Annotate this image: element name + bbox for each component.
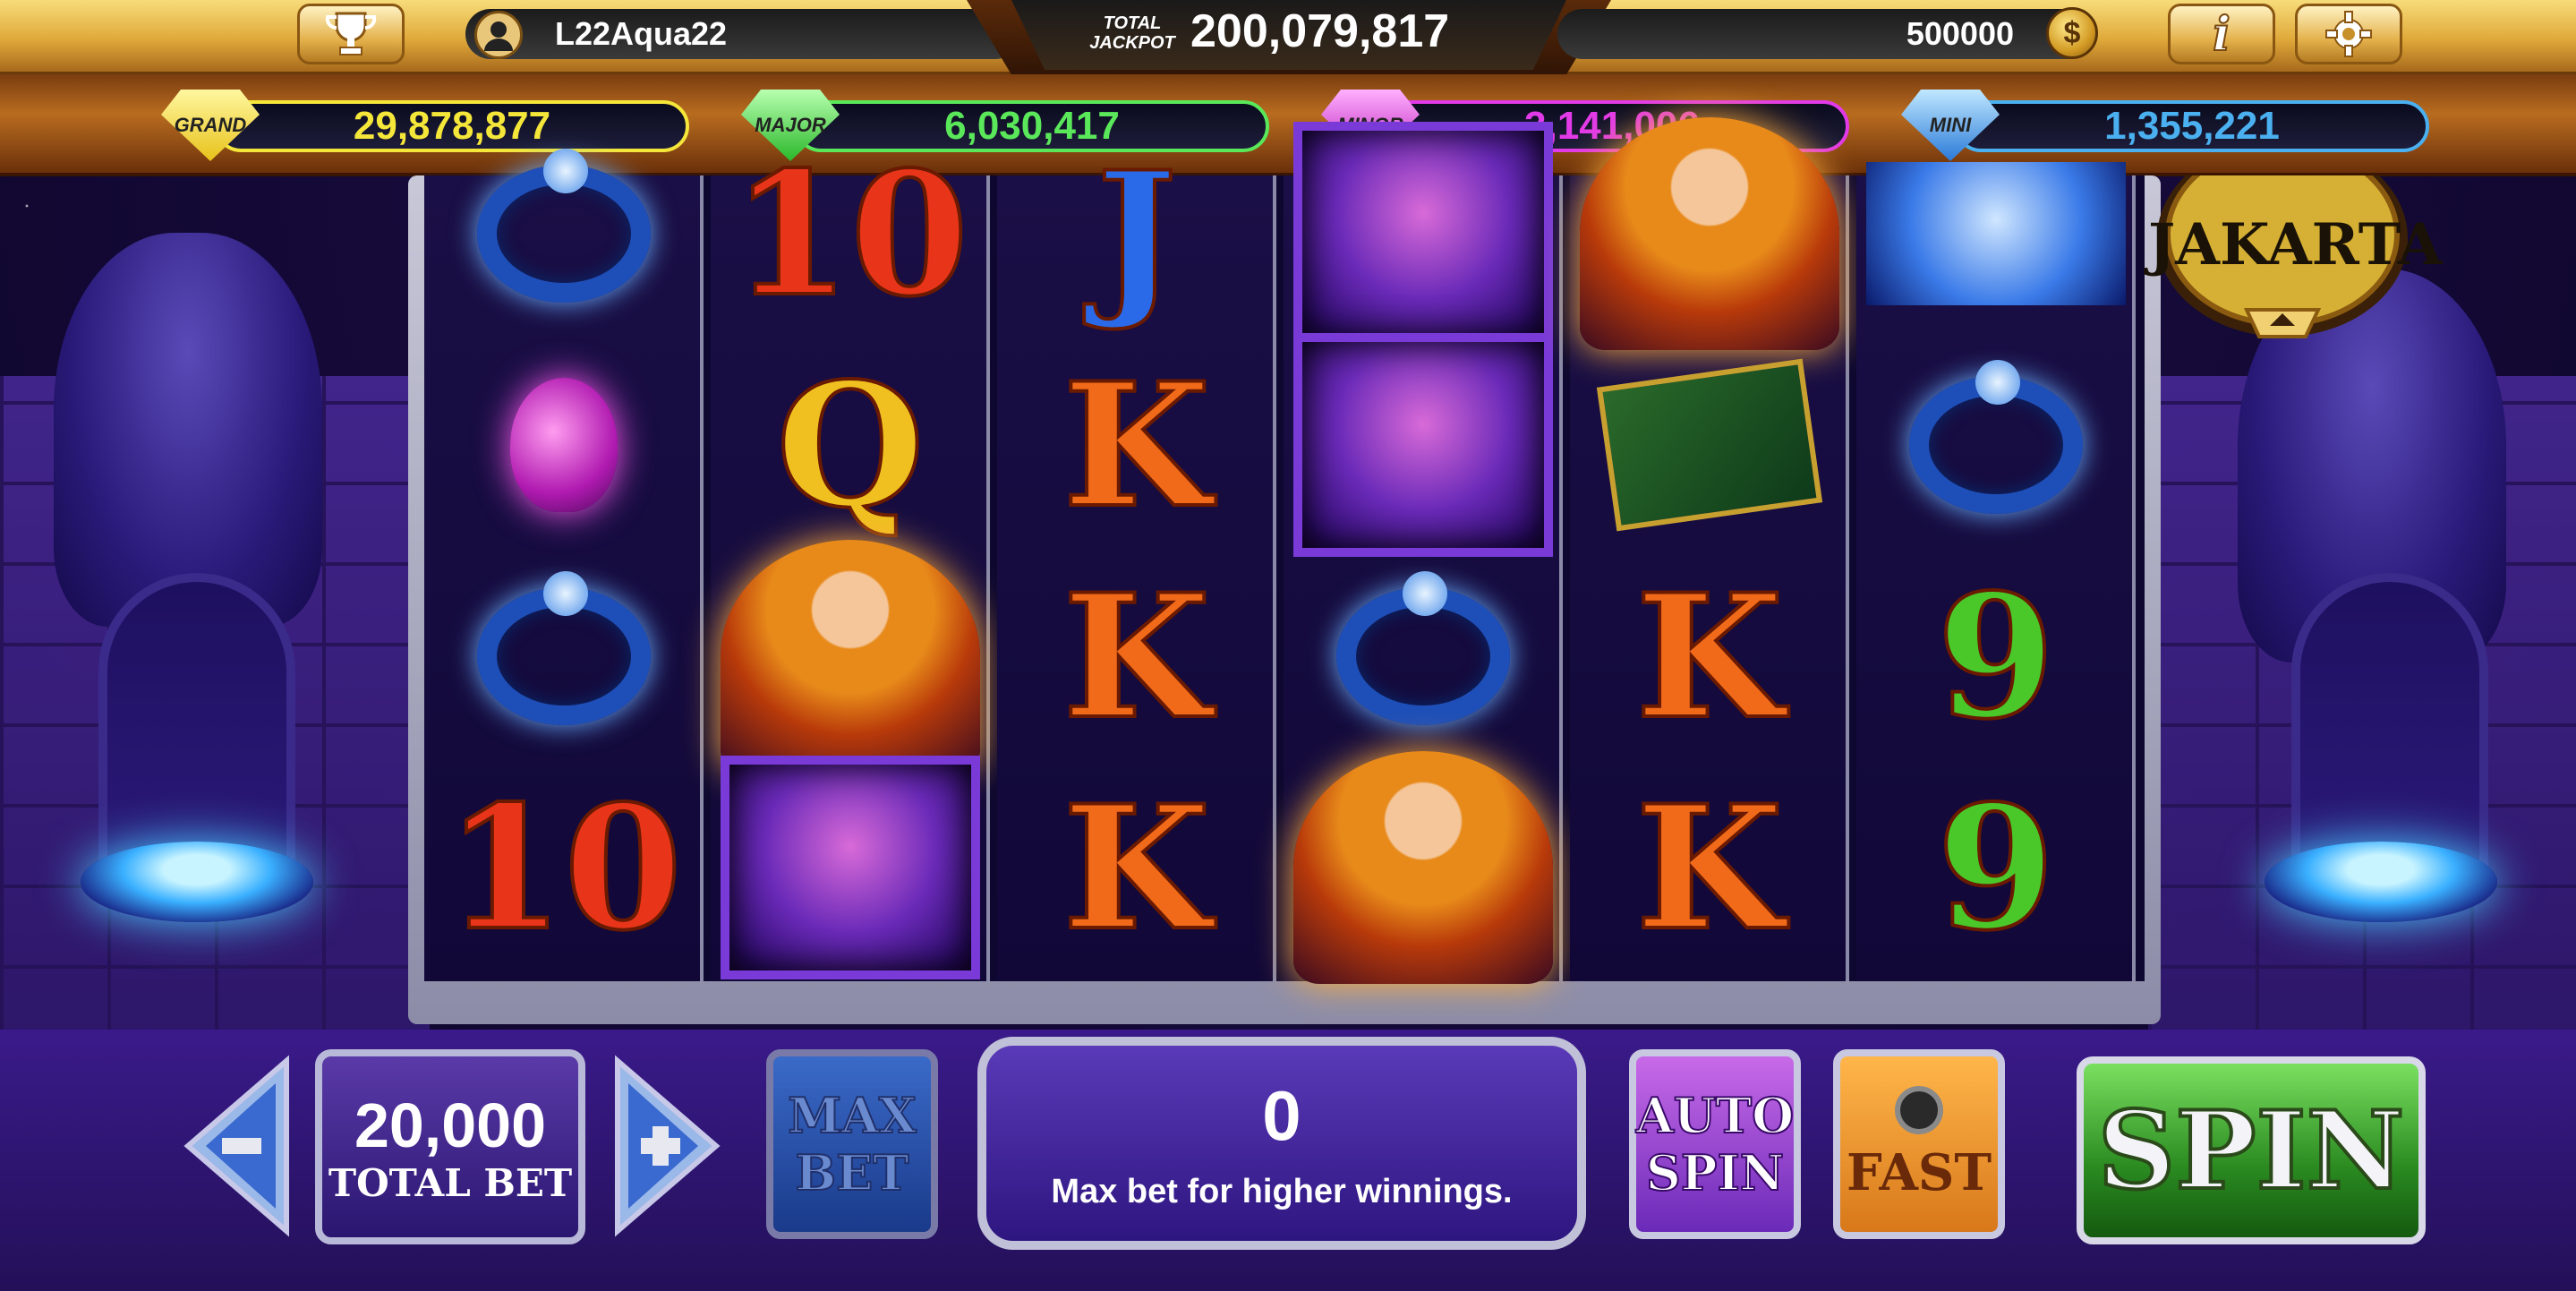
total-bet-label: TOTAL BET [328,1160,573,1205]
reel-symbol: 10 [716,122,985,346]
bird-symbol-icon [1293,122,1553,346]
reel-symbol: K [1002,544,1271,768]
reel-1: 10 [424,149,704,981]
symbol-q: Q [774,344,926,547]
max-bet-label-1: MAX [787,1086,917,1145]
reel-symbol [1289,751,1557,984]
ring-symbol-icon [477,571,651,725]
info-button[interactable]: i [2168,4,2275,64]
total-jackpot-logo: TOTAL JACKPOT [1089,13,1175,53]
settings-button[interactable] [2295,4,2402,64]
total-bet-value: 20,000 [354,1090,547,1160]
fast-label: FAST [1846,1143,1992,1202]
symbol-k: K [1633,555,1785,758]
heroine-symbol-icon [1580,117,1839,350]
reel-symbol [716,540,985,773]
total-jackpot-value: 200,079,817 [1190,5,1450,57]
ring-symbol-icon [477,149,651,303]
reel-3: JKKK [997,133,1276,981]
reel-symbol [1862,122,2130,346]
reel-symbol [430,544,698,768]
coin-icon[interactable]: $ [2046,7,2098,59]
ring-symbol-icon [1909,360,2083,514]
total-bet-display: 20,000 TOTAL BET [315,1049,585,1244]
fast-button[interactable]: FAST [1833,1049,2005,1239]
reel-symbol [430,122,698,346]
reel-symbol [716,756,985,979]
reel-symbol [1289,122,1557,346]
heroine-symbol-icon [721,540,980,773]
spin-label: SPIN [2096,1086,2407,1216]
reel-symbol: J [1002,122,1271,346]
reel-symbol [1575,333,1844,557]
reel-symbol: 9 [1862,544,2130,768]
symbol-k: K [1061,555,1212,758]
symbol-9: 9 [1935,555,2057,758]
left-gargoyle-statue [54,233,322,627]
potion-symbol-icon [510,378,618,512]
reel-symbol: 10 [430,756,698,979]
reel-2: 10 Q [711,133,990,981]
symbol-9: 9 [1935,766,2057,970]
ring-symbol-icon [1336,571,1510,725]
reel-4 [1284,122,1563,984]
grand-gem-icon: GRAND [161,90,260,161]
reel-symbol: K [1002,756,1271,979]
fast-toggle-indicator [1895,1086,1943,1134]
machine-name: JAKARTA [2148,211,2443,278]
reel-6: 99 [1856,162,2136,981]
tiger-symbol-icon [1866,162,2126,305]
grand-label: GRAND [174,114,247,136]
symbol-k: K [1061,344,1212,547]
message-panel: 0 Max bet for higher winnings. [977,1037,1586,1250]
heroine-symbol-icon [1293,751,1553,984]
symbol-10: 10 [444,766,684,970]
decrease-bet-button[interactable] [179,1052,295,1240]
reel-symbol [1575,117,1844,350]
reel-symbol: Q [716,333,985,557]
spin-button[interactable]: SPIN [2077,1056,2426,1244]
increase-bet-button[interactable] [609,1052,725,1240]
symbol-k: K [1633,766,1785,970]
player-name-box: L22Aqua22 [465,9,1020,59]
reel-area: 10 10 Q J K K K K K 9 9 [424,117,2145,984]
reel-symbol [1862,333,2130,557]
plus-arrow-icon [615,1055,721,1237]
minus-arrow-icon [183,1055,289,1237]
reel-symbol: K [1575,756,1844,979]
symbol-k: K [1061,766,1212,970]
reel-symbol: K [1002,333,1271,557]
auto-spin-label-1: AUTO [1635,1086,1795,1145]
bird-symbol-icon [721,756,980,979]
trophy-button[interactable] [297,4,405,64]
bird-symbol-icon [1293,333,1553,557]
message-text: Max bet for higher winnings. [1051,1173,1513,1210]
avatar-icon[interactable] [474,11,523,59]
auto-spin-label-2: SPIN [1645,1143,1785,1202]
right-glowing-basin [2265,842,2497,922]
max-bet-label-2: BET [795,1143,910,1202]
machine-badge[interactable]: JAKARTA [2148,140,2443,355]
book-symbol-icon [1596,358,1823,532]
info-icon: i [2212,6,2231,63]
coin-balance-box: 500000 [1557,9,2094,59]
max-bet-button[interactable]: MAX BET [766,1049,938,1239]
win-amount: 0 [1262,1076,1301,1155]
gear-icon [2325,11,2372,57]
reel-symbol [1289,544,1557,768]
mini-jackpot-value: 1,355,221 [2104,104,2280,148]
player-name: L22Aqua22 [555,15,728,52]
trophy-icon [325,12,377,56]
auto-spin-button[interactable]: AUTO SPIN [1629,1049,1801,1239]
symbol-j: J [1095,133,1179,336]
reel-symbol: 9 [1862,756,2130,979]
reel-symbol [1289,333,1557,557]
reel-symbol: K [1575,544,1844,768]
reel-symbol [430,333,698,557]
reel-5: KK [1570,117,1849,981]
coin-balance: 500000 [1906,15,2014,52]
symbol-10: 10 [730,133,970,336]
left-glowing-basin [81,842,313,922]
